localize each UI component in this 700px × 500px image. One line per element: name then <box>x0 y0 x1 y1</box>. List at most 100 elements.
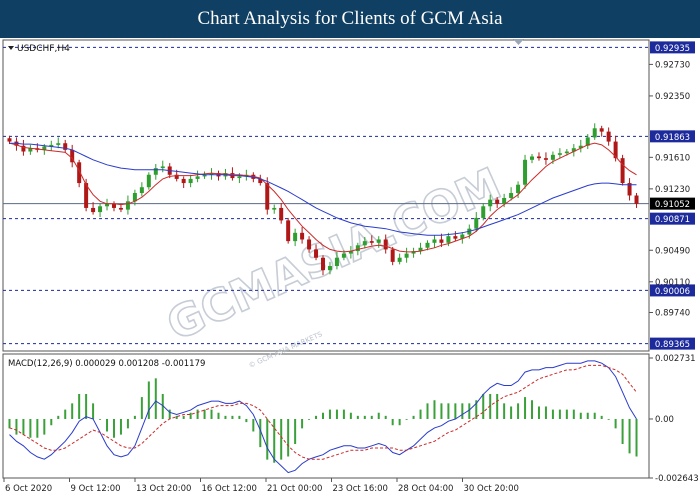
candle-body <box>383 239 388 250</box>
macd-histogram-bar <box>405 418 408 420</box>
candle-body <box>516 184 521 194</box>
macd-histogram-bar <box>551 409 554 419</box>
macd-histogram-bar <box>544 406 547 419</box>
candle-body <box>543 158 548 160</box>
macd-histogram-bar <box>447 403 450 419</box>
candle-body <box>293 232 298 242</box>
macd-histogram-bar <box>189 412 192 419</box>
macd-histogram-bar <box>301 418 304 429</box>
macd-histogram-bar <box>328 409 331 419</box>
macd-histogram-bar <box>586 412 589 419</box>
candle-body <box>265 183 270 210</box>
macd-histogram-bar <box>112 418 115 438</box>
candle-body <box>300 232 305 240</box>
candle-body <box>404 253 409 258</box>
macd-histogram-bar <box>196 409 199 419</box>
page-title: Chart Analysis for Clients of GCM Asia <box>0 0 700 38</box>
y-tick-label: 0.90110 <box>655 278 690 288</box>
x-tick-label: 6 Oct 2020 <box>5 484 52 494</box>
macd-histogram-bar <box>29 418 32 438</box>
candle-body <box>376 239 381 243</box>
macd-histogram-bar <box>224 415 227 419</box>
candle-body <box>362 241 367 246</box>
chart-area: GCMASIA.COM© GCM ASIA MARKETS 0.929350.9… <box>2 39 699 494</box>
macd-y-tick-label: -0.002643 <box>655 474 699 484</box>
macd-histogram-bar <box>231 415 234 419</box>
candle-body <box>557 153 562 155</box>
y-tick-label: 0.91610 <box>655 153 690 163</box>
macd-histogram-bar <box>370 415 373 419</box>
macd-histogram-bar <box>579 412 582 419</box>
macd-histogram-bar <box>635 418 638 457</box>
candle-body <box>502 197 507 204</box>
candle-body <box>118 207 123 210</box>
macd-histogram-bar <box>133 415 136 419</box>
macd-histogram-bar <box>377 412 380 419</box>
macd-histogram-bar <box>8 418 11 429</box>
macd-label: MACD(12,26,9) 0.000029 0.001208 -0.00117… <box>8 359 205 369</box>
candle-body <box>523 159 528 185</box>
candle-body <box>98 206 103 213</box>
macd-histogram-bar <box>600 415 603 419</box>
candle-body <box>530 156 535 160</box>
macd-histogram-bar <box>245 418 248 423</box>
macd-histogram-bar <box>43 418 46 435</box>
candle-body <box>314 249 319 258</box>
macd-histogram-bar <box>78 393 81 419</box>
candle-body <box>125 201 130 210</box>
y-tick-label: 0.90490 <box>655 246 690 256</box>
macd-histogram-bar <box>335 409 338 419</box>
macd-histogram-bar <box>210 409 213 419</box>
candle-body <box>327 266 332 271</box>
macd-histogram-bar <box>126 418 129 429</box>
macd-histogram-bar <box>454 403 457 419</box>
macd-histogram-bar <box>315 415 318 419</box>
candle-body <box>307 239 312 250</box>
macd-histogram-bar <box>531 400 534 419</box>
candle-body <box>606 131 611 142</box>
macd-histogram-bar <box>64 409 67 419</box>
macd-histogram-bar <box>238 415 241 419</box>
macd-histogram-bar <box>342 409 345 419</box>
candle-body <box>279 207 284 221</box>
macd-histogram-bar <box>273 418 276 463</box>
macd-histogram-bar <box>71 403 74 419</box>
x-tick-label: 30 Oct 20:00 <box>464 484 519 494</box>
candle-body <box>237 176 242 179</box>
macd-histogram-bar <box>287 418 290 457</box>
candle-body <box>390 249 395 262</box>
candle-body <box>536 156 541 159</box>
macd-histogram-bar <box>426 403 429 419</box>
macd-histogram-bar <box>419 409 422 419</box>
level-price-label: 0.91863 <box>655 133 690 143</box>
macd-histogram-bar <box>50 418 53 426</box>
macd-histogram-bar <box>252 418 255 432</box>
macd-histogram-bar <box>628 418 631 454</box>
macd-histogram-bar <box>322 412 324 419</box>
x-tick-label: 16 Oct 12:00 <box>202 484 257 494</box>
x-tick-label: 21 Oct 00:00 <box>267 484 322 494</box>
macd-histogram-bar <box>503 403 506 419</box>
macd-histogram-bar <box>147 381 150 419</box>
macd-histogram-bar <box>308 418 311 420</box>
candle-body <box>474 217 479 229</box>
macd-histogram-bar <box>482 393 485 419</box>
y-tick-label: 0.89740 <box>655 308 690 318</box>
macd-histogram-bar <box>524 397 527 419</box>
candle-body <box>7 138 12 142</box>
macd-histogram-bar <box>266 418 269 460</box>
y-tick-label: 0.92730 <box>655 60 690 70</box>
macd-histogram-bar <box>440 403 443 419</box>
candle-body <box>620 158 625 184</box>
candle-body <box>509 193 514 198</box>
macd-histogram-bar <box>391 418 394 426</box>
macd-histogram-bar <box>294 418 297 444</box>
candle-body <box>181 178 186 184</box>
x-tick-label: 23 Oct 16:00 <box>333 484 388 494</box>
macd-histogram-bar <box>15 418 18 435</box>
macd-histogram-bar <box>461 403 464 419</box>
macd-histogram-bar <box>614 418 617 429</box>
macd-histogram-bar <box>119 418 122 435</box>
macd-histogram-bar <box>593 412 596 419</box>
candle-body <box>160 166 165 169</box>
